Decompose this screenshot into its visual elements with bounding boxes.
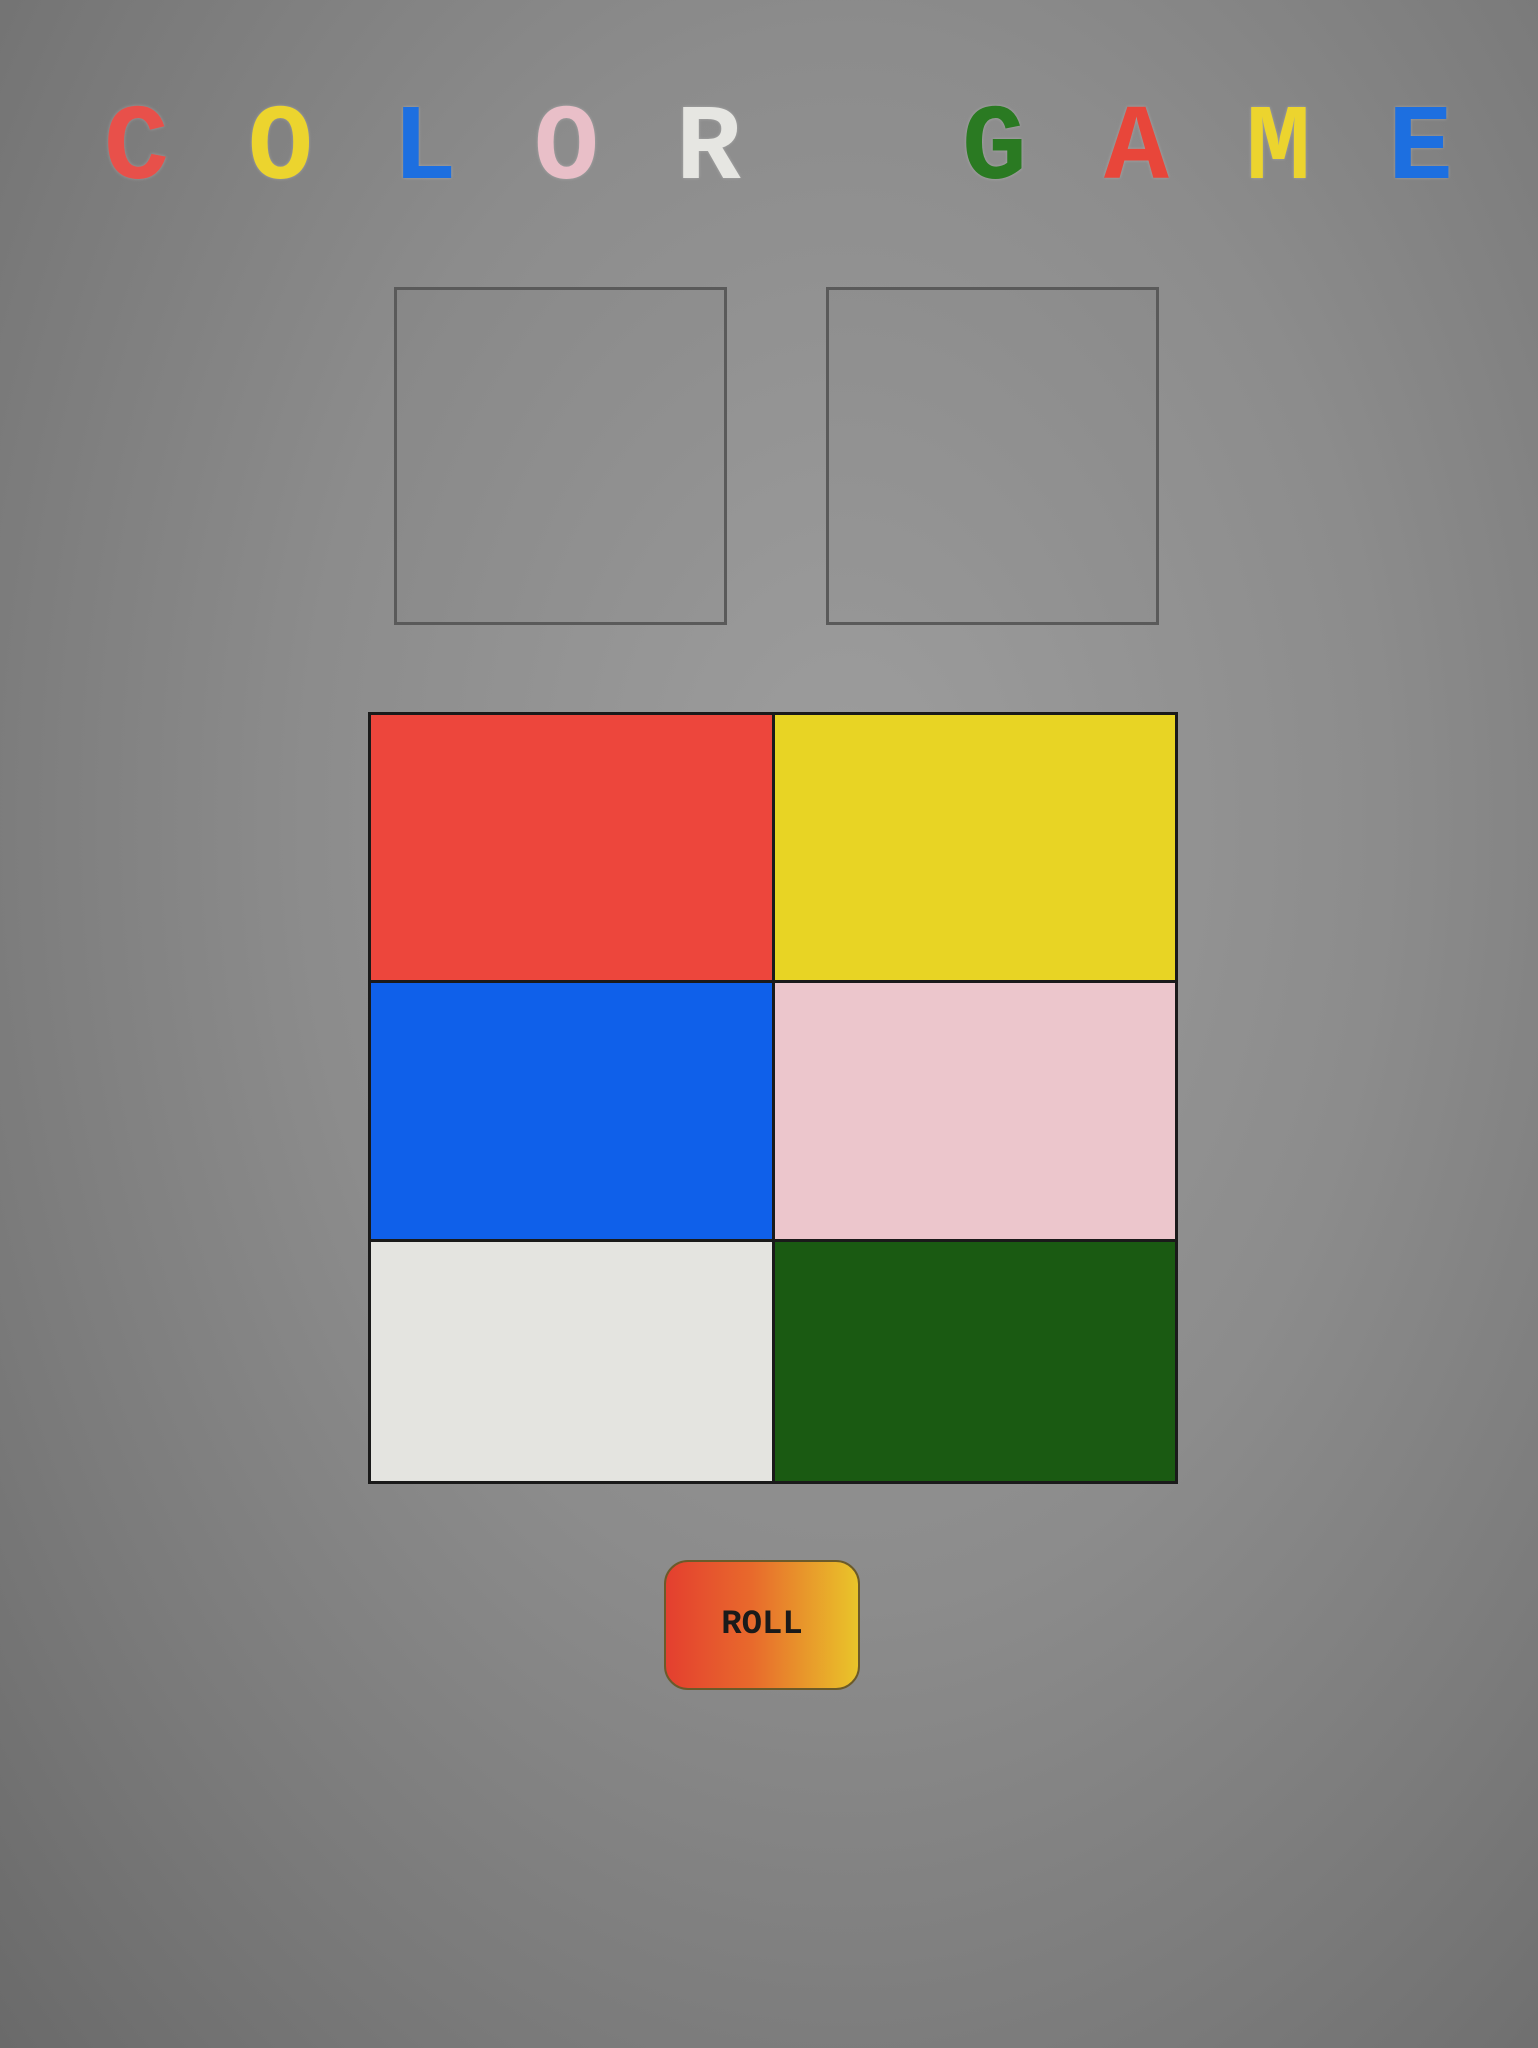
title-letter: A [1104,89,1169,211]
color-board [368,712,1178,1484]
color-cell-white[interactable] [371,1242,772,1481]
title-letter: G [962,89,1027,211]
title-letter: L [392,89,457,211]
title-letter: C [104,89,169,211]
color-cell-red[interactable] [371,715,772,980]
title-letter: R [676,89,741,211]
title-letter: O [248,89,313,211]
title-letter: E [1388,89,1453,211]
roll-button[interactable]: ROLL [664,1560,860,1690]
color-cell-pink[interactable] [774,983,1175,1239]
title-letter: O [534,89,599,211]
color-cell-green[interactable] [774,1242,1175,1481]
color-cell-yellow[interactable] [774,715,1175,980]
color-cell-blue[interactable] [371,983,772,1239]
dice-slot-2 [826,287,1159,625]
game-title: C O L O R G A M E [0,95,1538,205]
dice-slot-1 [394,287,727,625]
title-letter: M [1246,89,1311,211]
